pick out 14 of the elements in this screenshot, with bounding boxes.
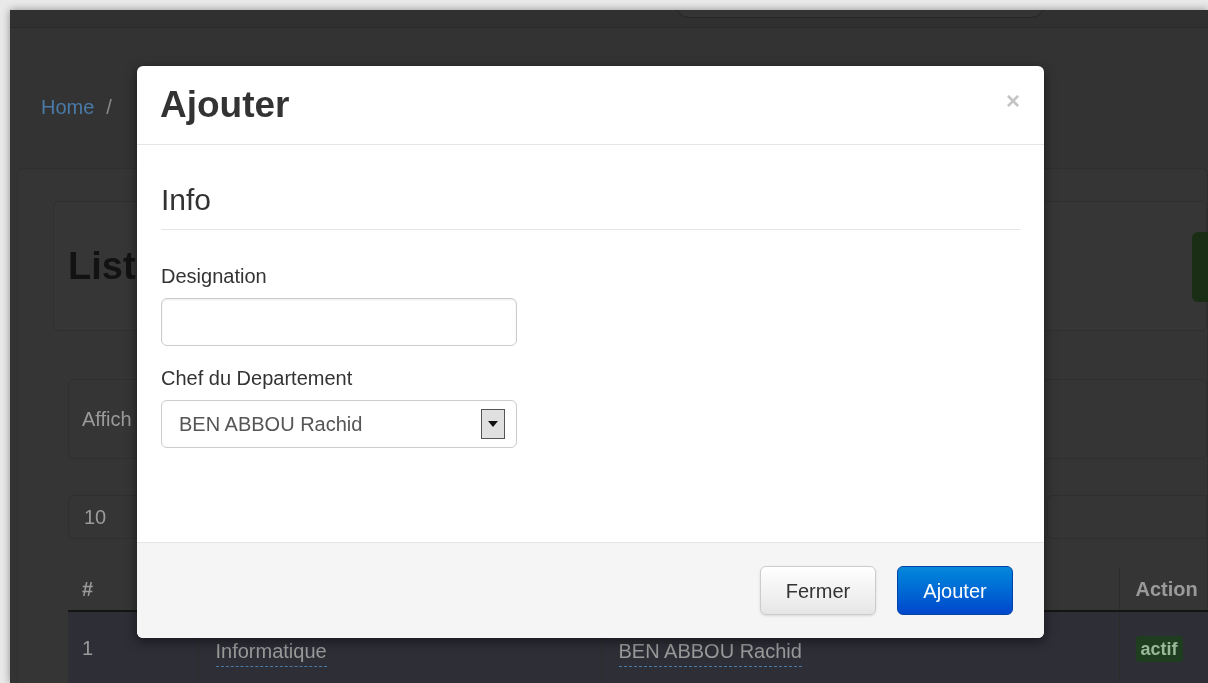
status-badge: actif: [1135, 635, 1183, 662]
filter-label: Affich: [82, 407, 132, 432]
field-label: Chef du Departement: [161, 368, 354, 388]
close-dialog-button[interactable]: Fermer: [760, 566, 876, 615]
section-title: Info: [161, 185, 1020, 230]
field-label: Designation: [161, 266, 268, 286]
submit-button[interactable]: Ajouter: [897, 566, 1013, 615]
input-field[interactable]: [161, 298, 517, 346]
table-cell: 1: [82, 636, 94, 659]
dropdown-select[interactable]: BEN ABBOU Rachid: [161, 400, 517, 448]
breadcrumb-link[interactable]: Home: [41, 92, 95, 122]
column-header: Action: [1119, 568, 1208, 611]
modal-title: Ajouter: [160, 83, 290, 128]
breadcrumb-separator: /: [106, 95, 112, 120]
